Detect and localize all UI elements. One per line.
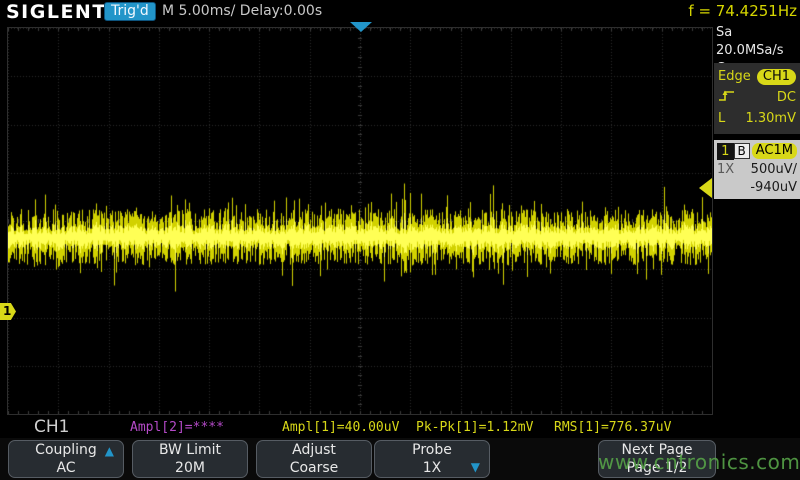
adjust-button[interactable]: Adjust Coarse [256, 440, 372, 478]
channel-number-badge: 1 [717, 143, 734, 160]
bw-limit-button-value: 20M [133, 460, 247, 477]
waveform-display [7, 27, 713, 415]
brand-logo: SIGLENT [6, 1, 107, 23]
timebase-readout[interactable]: M 5.00ms/ Delay:0.00s [162, 3, 322, 19]
frequency-counter: f = 74.4251Hz [688, 2, 797, 20]
measurement-pkpk1: Pk-Pk[1]=1.12mV [416, 420, 533, 435]
waveform-canvas [8, 28, 712, 414]
measurement-ampl2: Ampl[2]=**** [130, 420, 224, 435]
channel-offset-value: -940uV [750, 180, 797, 195]
active-channel-label: CH1 [34, 417, 69, 437]
trigger-level-marker[interactable] [699, 178, 712, 198]
measurement-ampl1: Ampl[1]=40.00uV [282, 420, 399, 435]
trigger-source-badge: CH1 [757, 69, 796, 85]
trigger-level-label: L [718, 111, 725, 126]
trigger-status-badge: Trig'd [104, 2, 156, 21]
measurement-rms1: RMS[1]=776.37uV [554, 420, 671, 435]
sample-rate: Sa 20.0MSa/s [716, 24, 800, 60]
sidebar: Sa 20.0MSa/s Curr 1.40Mpts Edge CH1 DC L… [714, 24, 800, 416]
trigger-position-marker[interactable] [350, 22, 372, 32]
channel-coupling-badge: AC1M [752, 143, 797, 159]
bw-limit-button-label: BW Limit [133, 441, 247, 460]
watermark: www.cntronics.com [598, 450, 800, 474]
volts-per-div: 500uV/ [751, 162, 797, 177]
arrow-down-icon: ▼ [471, 460, 480, 474]
bw-limit-badge: B [734, 143, 750, 159]
trigger-type-label: Edge [718, 69, 751, 84]
coupling-button[interactable]: Coupling AC ▲ [8, 440, 124, 478]
adjust-button-label: Adjust [257, 441, 371, 460]
probe-attenuation: 1X [717, 162, 734, 177]
bw-limit-button[interactable]: BW Limit 20M [132, 440, 248, 478]
arrow-up-icon: ▲ [105, 444, 114, 458]
rising-edge-icon [718, 88, 736, 107]
trigger-level-value: 1.30mV [745, 111, 796, 126]
trigger-panel[interactable]: Edge CH1 DC L 1.30mV [714, 63, 800, 134]
channel1-panel[interactable]: 1 B AC1M 1X 500uV/ -940uV [714, 140, 800, 199]
header-bar: SIGLENT Trig'd M 5.00ms/ Delay:0.00s f =… [0, 0, 800, 24]
probe-button-label: Probe [375, 441, 489, 460]
oscilloscope-screen: SIGLENT Trig'd M 5.00ms/ Delay:0.00s f =… [0, 0, 800, 480]
trigger-coupling: DC [777, 90, 796, 105]
adjust-button-value: Coarse [257, 460, 371, 477]
coupling-button-value: AC [9, 460, 123, 477]
measurement-bar: CH1 Ampl[2]=**** Ampl[1]=40.00uV Pk-Pk[1… [0, 416, 712, 438]
probe-button[interactable]: Probe 1X ▼ [374, 440, 490, 478]
